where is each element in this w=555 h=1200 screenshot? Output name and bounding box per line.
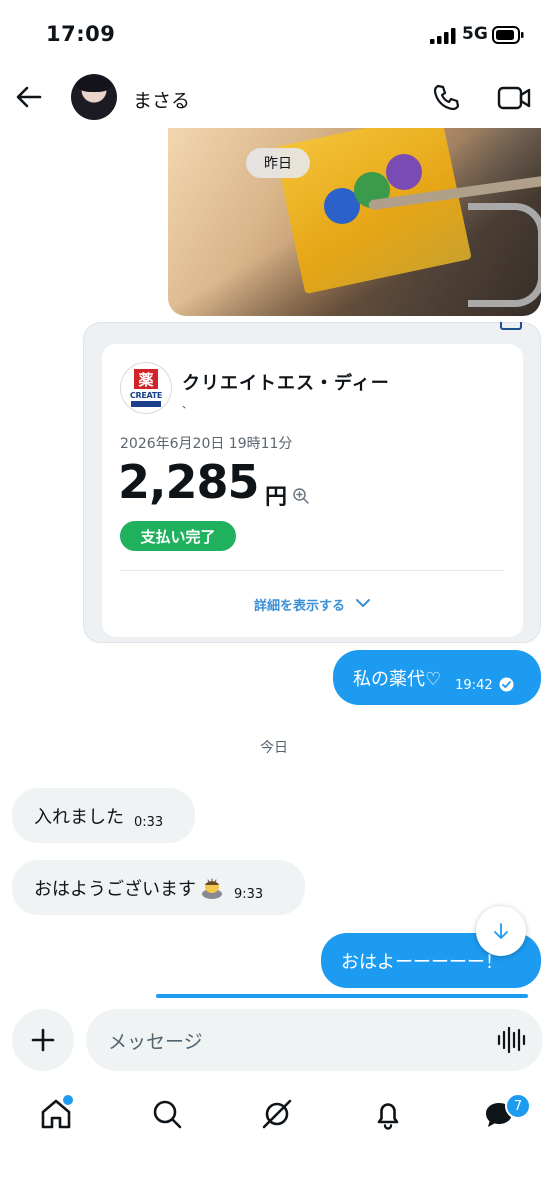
store-subtext: 、: [182, 400, 192, 411]
phone-icon[interactable]: [430, 82, 462, 114]
voice-message-icon[interactable]: [496, 1026, 526, 1054]
photo-message[interactable]: [168, 128, 541, 316]
notification-dot: [61, 1093, 75, 1107]
zoom-icon[interactable]: [292, 487, 310, 505]
message-time: 9:33: [234, 887, 264, 902]
chevron-down-icon[interactable]: [355, 597, 371, 609]
add-attachment-button[interactable]: [12, 1009, 74, 1071]
back-arrow-icon[interactable]: [14, 82, 44, 112]
status-badge: 支払い完了: [120, 521, 236, 551]
card-corner-mark: [500, 322, 522, 330]
battery-icon: [492, 26, 524, 44]
message-text: 私の薬代♡: [353, 668, 442, 690]
signal-icon: [430, 28, 456, 44]
logo-text: CREATE: [129, 391, 163, 400]
scroll-to-bottom-button[interactable]: [476, 906, 526, 956]
message-time: 19:42: [455, 678, 493, 693]
logo-kanji: 薬: [134, 369, 158, 389]
show-details-link[interactable]: 詳細を表示する: [254, 595, 345, 614]
currency-label: 円: [265, 485, 288, 510]
read-check-icon: [499, 677, 514, 692]
conversation-title[interactable]: まさる: [133, 86, 190, 113]
network-label: 5G: [462, 24, 488, 44]
avatar[interactable]: [71, 74, 117, 120]
date-separator-today: 今日: [260, 740, 288, 756]
bell-icon[interactable]: [370, 1096, 406, 1132]
date-separator-yesterday: 昨日: [246, 148, 310, 178]
handle: [468, 203, 541, 307]
box-circle: [386, 154, 422, 190]
message-time: 0:33: [134, 815, 164, 830]
received-message[interactable]: おはようございます 9:33: [12, 860, 305, 915]
video-call-icon[interactable]: [497, 83, 531, 113]
message-text: おはよーーーーー！: [341, 951, 503, 973]
received-message[interactable]: 入れました 0:33: [12, 788, 195, 843]
grok-icon[interactable]: [259, 1096, 295, 1132]
messages-badge: 7: [505, 1093, 531, 1119]
payment-datetime: 2026年6月20日 19時11分: [120, 436, 293, 452]
divider: [120, 570, 504, 571]
search-icon[interactable]: [149, 1096, 185, 1132]
message-input[interactable]: メッセージ: [86, 1009, 543, 1071]
arrow-down-icon: [494, 923, 508, 939]
payment-amount: 2,285: [118, 455, 260, 509]
message-input-placeholder: メッセージ: [108, 1030, 203, 1053]
sent-message[interactable]: 私の薬代♡ 19:42: [333, 650, 541, 705]
store-name: クリエイトエス・ディー: [182, 373, 390, 394]
plus-icon: [31, 1028, 55, 1052]
logo-bar: [131, 401, 161, 407]
partial-sent-message: [156, 994, 528, 998]
store-logo: 薬 CREATE: [120, 362, 172, 414]
status-time: 17:09: [46, 22, 116, 46]
bowing-person-emoji-icon: [202, 878, 222, 899]
message-text: おはようございます: [34, 878, 196, 900]
message-text: 入れました: [34, 806, 124, 828]
